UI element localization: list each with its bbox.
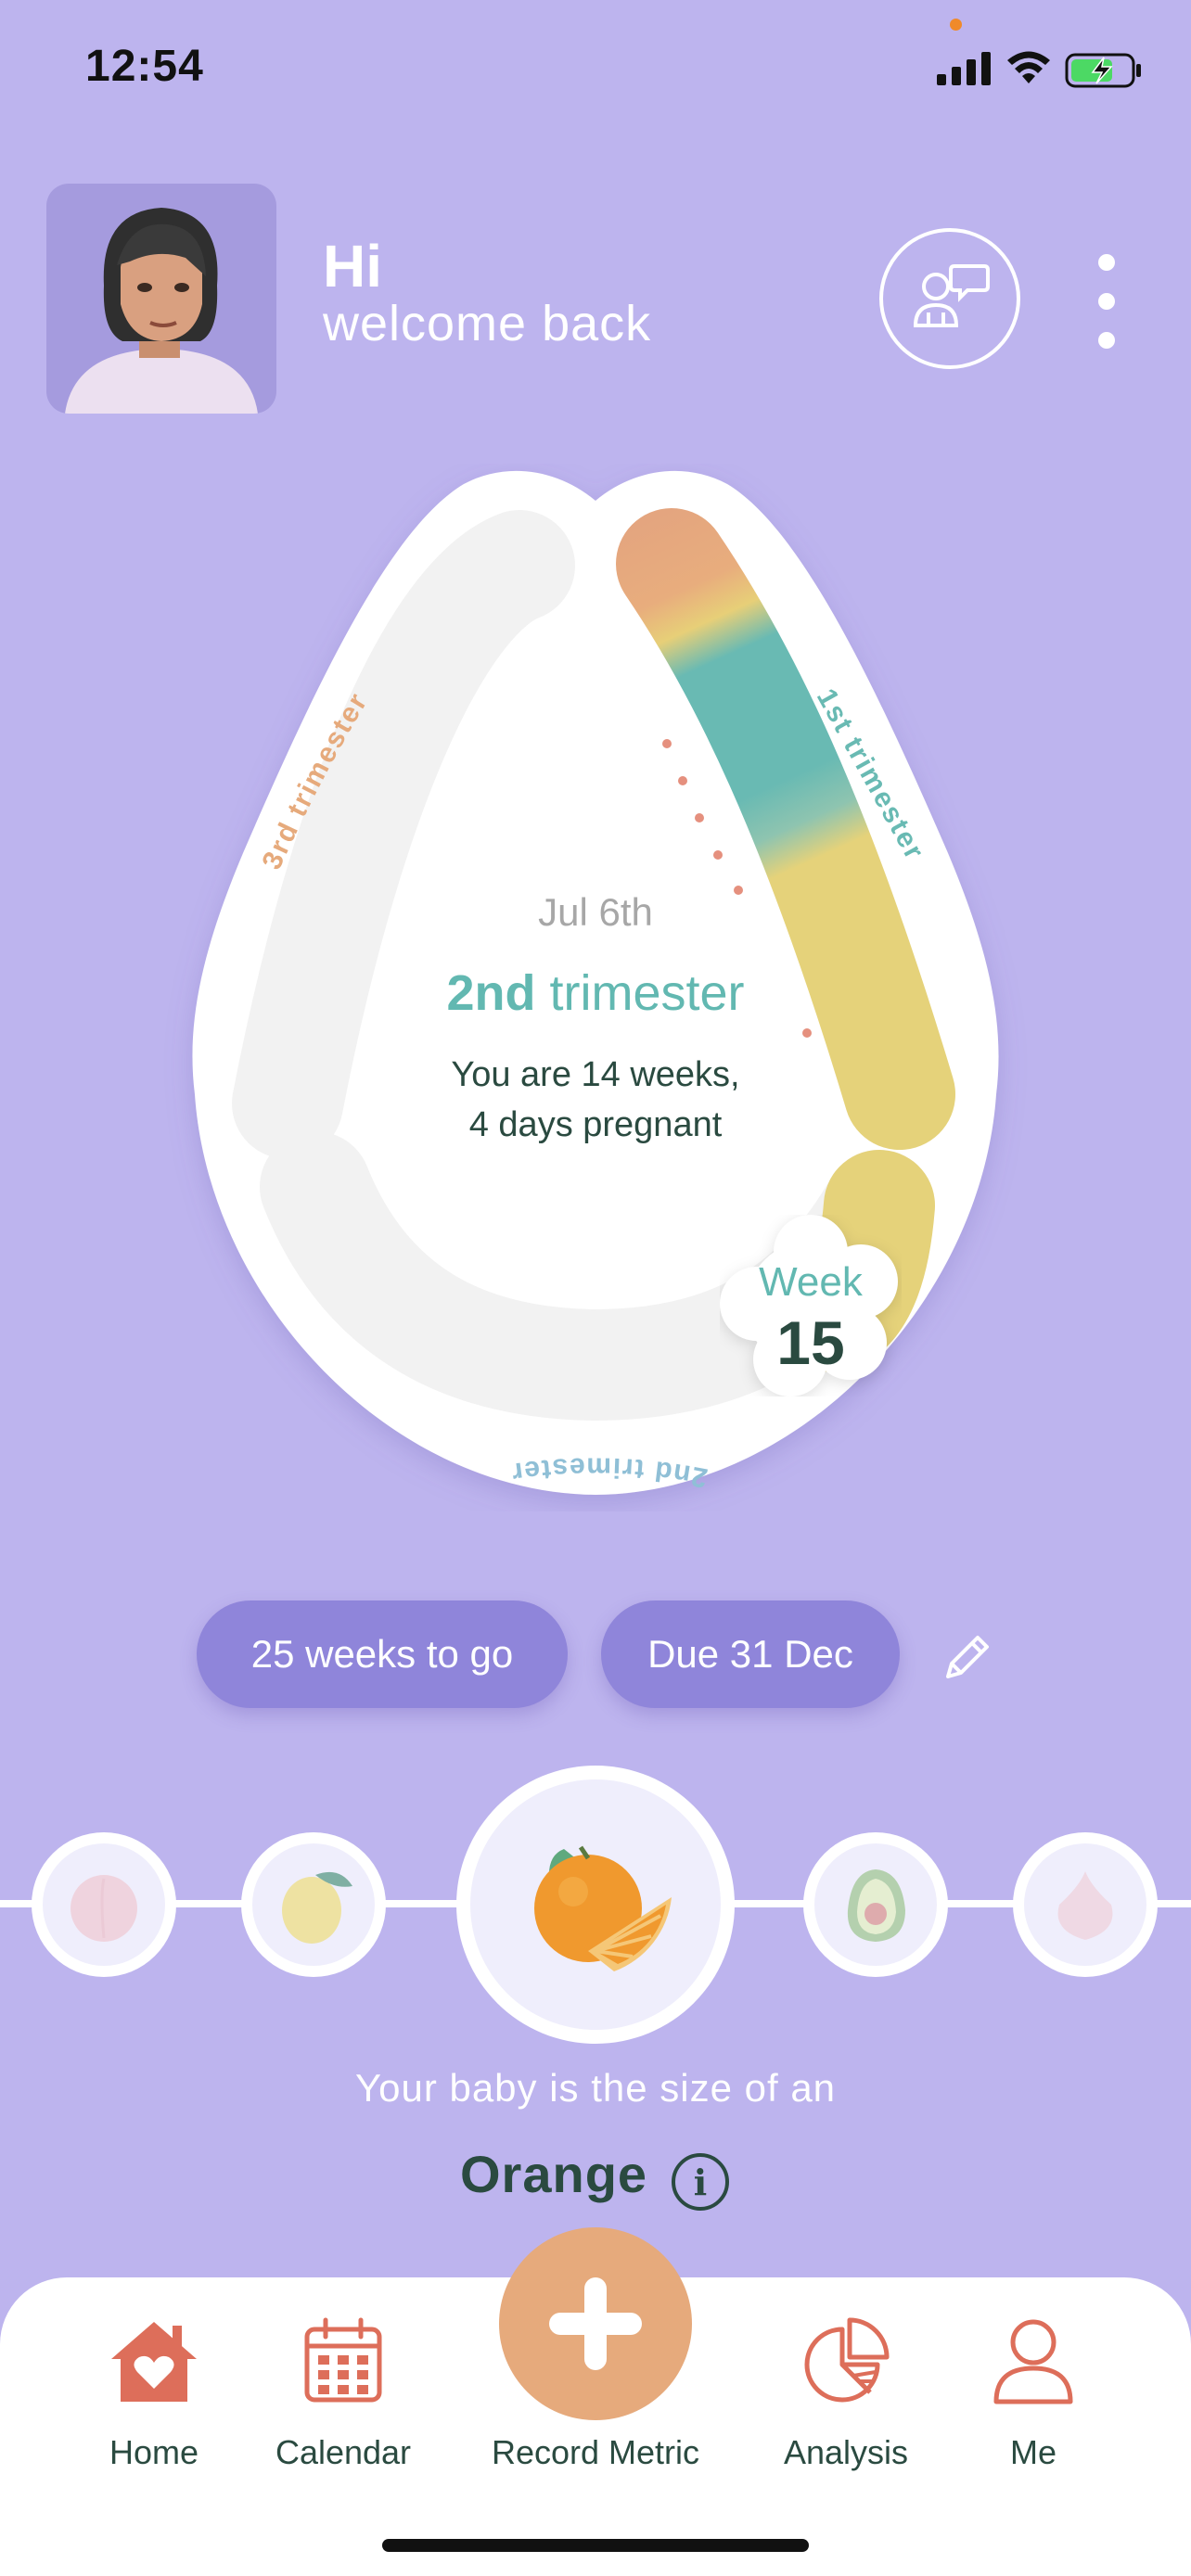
- greeting-title: Hi: [323, 233, 382, 300]
- fruit-name: Orange: [460, 2145, 648, 2203]
- greeting-subtitle: welcome back: [323, 296, 652, 351]
- wifi-icon: [1007, 51, 1050, 83]
- tab-me[interactable]: Me: [931, 2309, 1135, 2472]
- week-number: 15: [776, 1308, 845, 1377]
- privacy-indicator-dot: [950, 19, 962, 31]
- pregnancy-duration-line2: 4 days pregnant: [468, 1105, 723, 1144]
- status-time: 12:54: [85, 42, 204, 91]
- tab-analysis-label: Analysis: [783, 2433, 909, 2471]
- pregnancy-duration-line1: You are 14 weeks,: [451, 1055, 740, 1094]
- info-icon: i: [693, 2161, 708, 2203]
- tab-record-metric-label[interactable]: Record Metric: [445, 2433, 746, 2472]
- status-bar: 12:54: [0, 0, 1191, 139]
- plus-icon: [549, 2277, 642, 2370]
- user-avatar[interactable]: [46, 184, 276, 414]
- fruit-size-caption: Your baby is the size of an: [354, 2066, 837, 2110]
- onion-icon: [1057, 1871, 1113, 1940]
- weeks-to-go-pill[interactable]: 25 weeks to go: [197, 1600, 568, 1708]
- fruit-carousel-item-lemon[interactable]: [241, 1832, 386, 1977]
- edit-pencil-icon[interactable]: [941, 1630, 994, 1684]
- pie-chart-icon: [804, 2317, 890, 2403]
- home-indicator[interactable]: [382, 2539, 809, 2552]
- fruit-carousel-item-avocado[interactable]: [803, 1832, 948, 1977]
- home-heart-icon: [111, 2322, 197, 2402]
- trimester-word: trimester: [549, 965, 745, 1021]
- tab-calendar-label: Calendar: [275, 2433, 412, 2471]
- record-metric-button[interactable]: [499, 2227, 692, 2420]
- community-button[interactable]: [879, 228, 1020, 369]
- more-dot-icon: [1098, 293, 1115, 310]
- battery-charging-icon: [1065, 53, 1141, 88]
- current-trimester: 2nd trimester: [317, 964, 874, 1022]
- fruit-carousel-item-orange[interactable]: [456, 1766, 735, 2044]
- more-options-button[interactable]: [1087, 250, 1126, 352]
- community-chat-icon: [913, 264, 990, 327]
- peach-icon: [70, 1875, 137, 1942]
- pregnancy-duration: You are 14 weeks, 4 days pregnant: [317, 1050, 874, 1150]
- trimester-number: 2nd: [446, 965, 536, 1021]
- signal-icon: [937, 52, 991, 85]
- tab-home[interactable]: Home: [52, 2309, 256, 2472]
- current-date: Jul 6th: [538, 890, 653, 934]
- fruit-carousel-item-onion[interactable]: [1013, 1832, 1158, 1977]
- week-label: Week: [759, 1259, 863, 1305]
- calendar-icon: [304, 2317, 382, 2403]
- pregnancy-progress-dial: 1st trimester 3rd trimester 2nd trimeste…: [0, 464, 1191, 1511]
- lemon-icon: [282, 1871, 352, 1944]
- tab-home-label: Home: [109, 2433, 199, 2471]
- fruit-info-button[interactable]: i: [672, 2153, 729, 2211]
- more-dot-icon: [1098, 332, 1115, 349]
- orange-icon: [534, 1845, 672, 1971]
- fruit-carousel-item-peach[interactable]: [32, 1832, 176, 1977]
- avocado-icon: [847, 1869, 905, 1942]
- more-dot-icon: [1098, 254, 1115, 271]
- person-icon: [993, 2319, 1073, 2404]
- due-date-pill[interactable]: Due 31 Dec: [601, 1600, 900, 1708]
- tab-calendar[interactable]: Calendar: [241, 2309, 445, 2472]
- tab-me-label: Me: [1009, 2433, 1057, 2471]
- tab-analysis[interactable]: Analysis: [744, 2309, 948, 2472]
